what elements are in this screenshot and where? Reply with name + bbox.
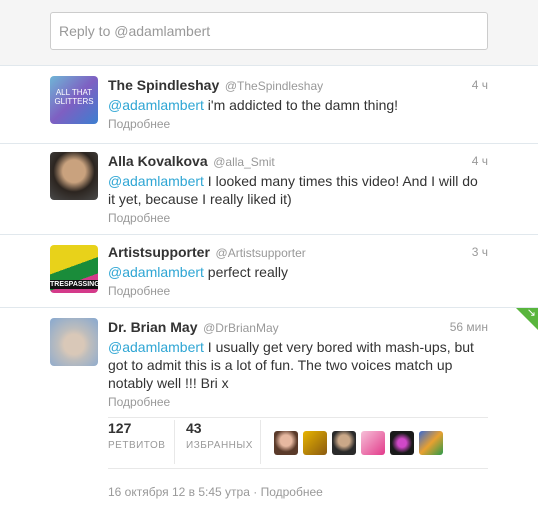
tweet-header: Dr. Brian May @DrBrianMay 56 мин	[108, 318, 488, 336]
reply-area: Reply to @adamlambert	[0, 0, 538, 66]
avatar[interactable]	[303, 431, 327, 455]
favorites-count: 43	[186, 420, 202, 436]
tweet-timestamp[interactable]: 16 октября 12 в 5:45 утра	[108, 485, 250, 499]
tweet-username[interactable]: @DrBrianMay	[203, 321, 279, 335]
tweet-header: The Spindleshay @TheSpindleshay 4 ч	[108, 76, 488, 94]
tweet-text: @adamlambert I usually get very bored wi…	[108, 338, 488, 392]
stats-top-divider	[108, 417, 488, 418]
avatar-text: ALL THAT GLITTERS	[54, 88, 94, 106]
tweet-time[interactable]: 56 мин	[450, 318, 488, 336]
mention-link[interactable]: @adamlambert	[108, 339, 204, 355]
tweet-text: @adamlambert i'm addicted to the damn th…	[108, 96, 488, 114]
favorites-stat[interactable]: 43 ИЗБРАННЫХ	[186, 420, 253, 451]
retweets-stat[interactable]: 127 РЕТВИТОВ	[108, 420, 165, 451]
tweet-item[interactable]: Alla Kovalkova @alla_Smit 4 ч @adamlambe…	[0, 144, 538, 235]
reply-input[interactable]: Reply to @adamlambert	[50, 12, 488, 50]
tweet-item-expanded[interactable]: Dr. Brian May @DrBrianMay 56 мин @adamla…	[0, 308, 538, 505]
tweet-time[interactable]: 3 ч	[472, 243, 488, 261]
tweet-fullname[interactable]: Alla Kovalkova	[108, 153, 208, 169]
more-link[interactable]: Подробнее	[108, 211, 170, 225]
mention-link[interactable]: @adamlambert	[108, 173, 204, 189]
details-link[interactable]: Подробнее	[261, 485, 323, 499]
tweet-body: i'm addicted to the damn thing!	[203, 97, 399, 113]
retweets-count: 127	[108, 420, 132, 436]
tweet-header: Alla Kovalkova @alla_Smit 4 ч	[108, 152, 488, 170]
tweet-footer: 16 октября 12 в 5:45 утра · Подробнее	[108, 485, 323, 499]
tweet-time[interactable]: 4 ч	[472, 152, 488, 170]
avatar[interactable]	[50, 318, 98, 366]
footer-separator: ·	[249, 485, 261, 499]
tweet-header: Artistsupporter @Artistsupporter 3 ч	[108, 243, 488, 261]
tweet-text: @adamlambert perfect really	[108, 263, 488, 281]
avatar[interactable]	[50, 152, 98, 200]
avatar[interactable]: TRESPASSING	[50, 245, 98, 293]
stats-bottom-divider	[108, 468, 488, 469]
avatar[interactable]	[332, 431, 356, 455]
stats-divider	[260, 420, 261, 464]
arrow-icon: ↘	[526, 307, 536, 319]
tweet-text: @adamlambert I looked many times this vi…	[108, 172, 488, 208]
favorites-label: ИЗБРАННЫХ	[186, 440, 253, 451]
tweet-fullname[interactable]: The Spindleshay	[108, 77, 219, 93]
tweet-username[interactable]: @Artistsupporter	[216, 246, 306, 260]
avatar[interactable]	[274, 431, 298, 455]
more-link[interactable]: Подробнее	[108, 395, 170, 409]
tweet-username[interactable]: @alla_Smit	[213, 155, 275, 169]
retweets-label: РЕТВИТОВ	[108, 440, 166, 451]
stats-divider	[174, 420, 175, 464]
tweet-item[interactable]: ALL THAT GLITTERS The Spindleshay @TheSp…	[0, 66, 538, 144]
avatar[interactable]	[419, 431, 443, 455]
tweet-username[interactable]: @TheSpindleshay	[225, 79, 323, 93]
tweet-fullname[interactable]: Dr. Brian May	[108, 319, 197, 335]
mention-link[interactable]: @adamlambert	[108, 264, 204, 280]
more-link[interactable]: Подробнее	[108, 117, 170, 131]
tweet-fullname[interactable]: Artistsupporter	[108, 244, 210, 260]
more-link[interactable]: Подробнее	[108, 284, 170, 298]
avatar-text: TRESPASSING	[50, 280, 98, 289]
tweet-item[interactable]: TRESPASSING Artistsupporter @Artistsuppo…	[0, 235, 538, 308]
tweet-body: perfect really	[203, 264, 288, 280]
mention-link[interactable]: @adamlambert	[108, 97, 204, 113]
tweet-time[interactable]: 4 ч	[472, 76, 488, 94]
avatar[interactable]: ALL THAT GLITTERS	[50, 76, 98, 124]
avatar[interactable]	[390, 431, 414, 455]
avatar[interactable]	[361, 431, 385, 455]
